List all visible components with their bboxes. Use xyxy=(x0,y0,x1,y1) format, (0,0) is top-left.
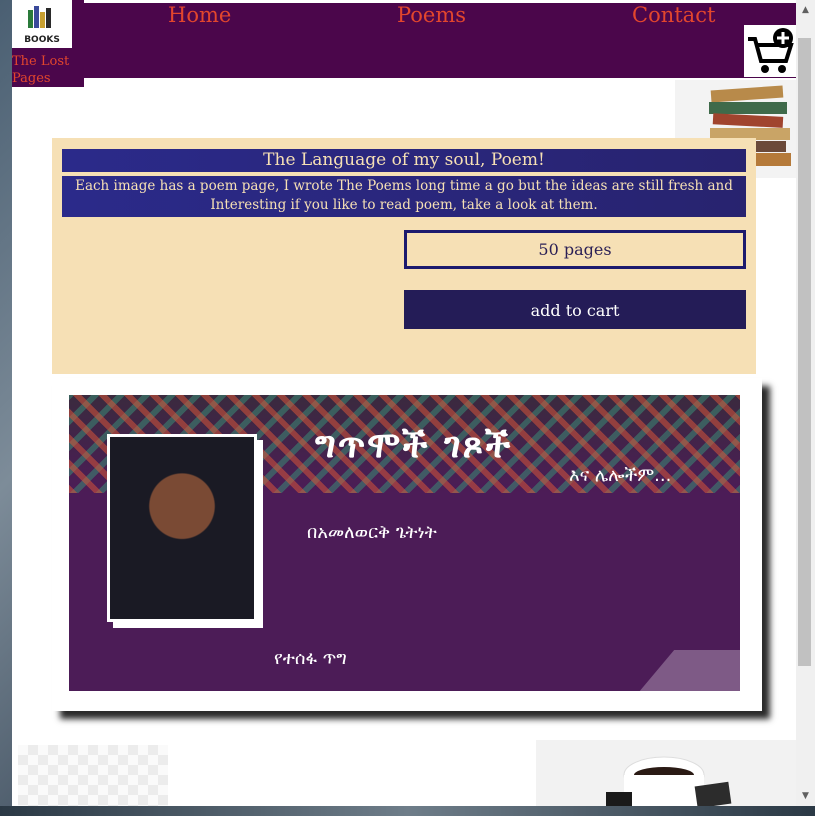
cover-bottom-text: የተሰፋ ጥግ xyxy=(274,648,347,669)
cover-title: ግጥሞች ገጾች xyxy=(315,425,513,466)
navbar: Home Poems Contact xyxy=(12,3,796,78)
author-portrait xyxy=(110,437,254,619)
site-name: The Lost Pages xyxy=(12,54,70,86)
nav-poems-link[interactable]: Poems xyxy=(397,3,466,27)
logo-icon-label: BOOKS xyxy=(24,35,60,45)
cover-author: በአመለወርቅ ጌትነት xyxy=(307,522,437,543)
cart-add-icon xyxy=(748,28,794,73)
browser-viewport: Home Poems Contact BOOKS The Lost Pages xyxy=(12,0,796,806)
transparent-placeholder-image xyxy=(18,745,168,806)
coffee-cup-image xyxy=(536,740,796,806)
product-card: The Language of my soul, Poem! Each imag… xyxy=(52,138,756,374)
product-description: Each image has a poem page, I wrote The … xyxy=(62,176,746,217)
chevron-down-icon[interactable]: ▼ xyxy=(796,789,815,803)
cover-subtitle: እና ሌሎችም... xyxy=(569,465,672,486)
desktop-background xyxy=(0,806,815,816)
site-logo[interactable]: BOOKS The Lost Pages xyxy=(12,0,84,87)
add-to-cart-button[interactable]: add to cart xyxy=(404,290,746,329)
nav-home-link[interactable]: Home xyxy=(168,3,231,27)
book-cover-frame: ግጥሞች ገጾች እና ሌሎችም... በአመለወርቅ ጌትነት የተሰፋ ጥግ xyxy=(52,378,762,711)
scrollbar-thumb[interactable] xyxy=(798,38,811,666)
author-photo xyxy=(107,434,257,622)
product-title: The Language of my soul, Poem! xyxy=(62,149,746,172)
cover-corner-decoration xyxy=(623,650,740,691)
nav-contact-link[interactable]: Contact xyxy=(632,3,715,27)
page-count-box: 50 pages xyxy=(404,230,746,269)
chevron-up-icon[interactable]: ▲ xyxy=(796,3,815,17)
vertical-scrollbar[interactable]: ▲ ▼ xyxy=(796,0,815,806)
cart-button[interactable] xyxy=(744,25,796,77)
book-cover-image[interactable]: ግጥሞች ገጾች እና ሌሎችም... በአመለወርቅ ጌትነት የተሰፋ ጥግ xyxy=(69,395,740,691)
books-logo-icon: BOOKS xyxy=(12,0,72,48)
